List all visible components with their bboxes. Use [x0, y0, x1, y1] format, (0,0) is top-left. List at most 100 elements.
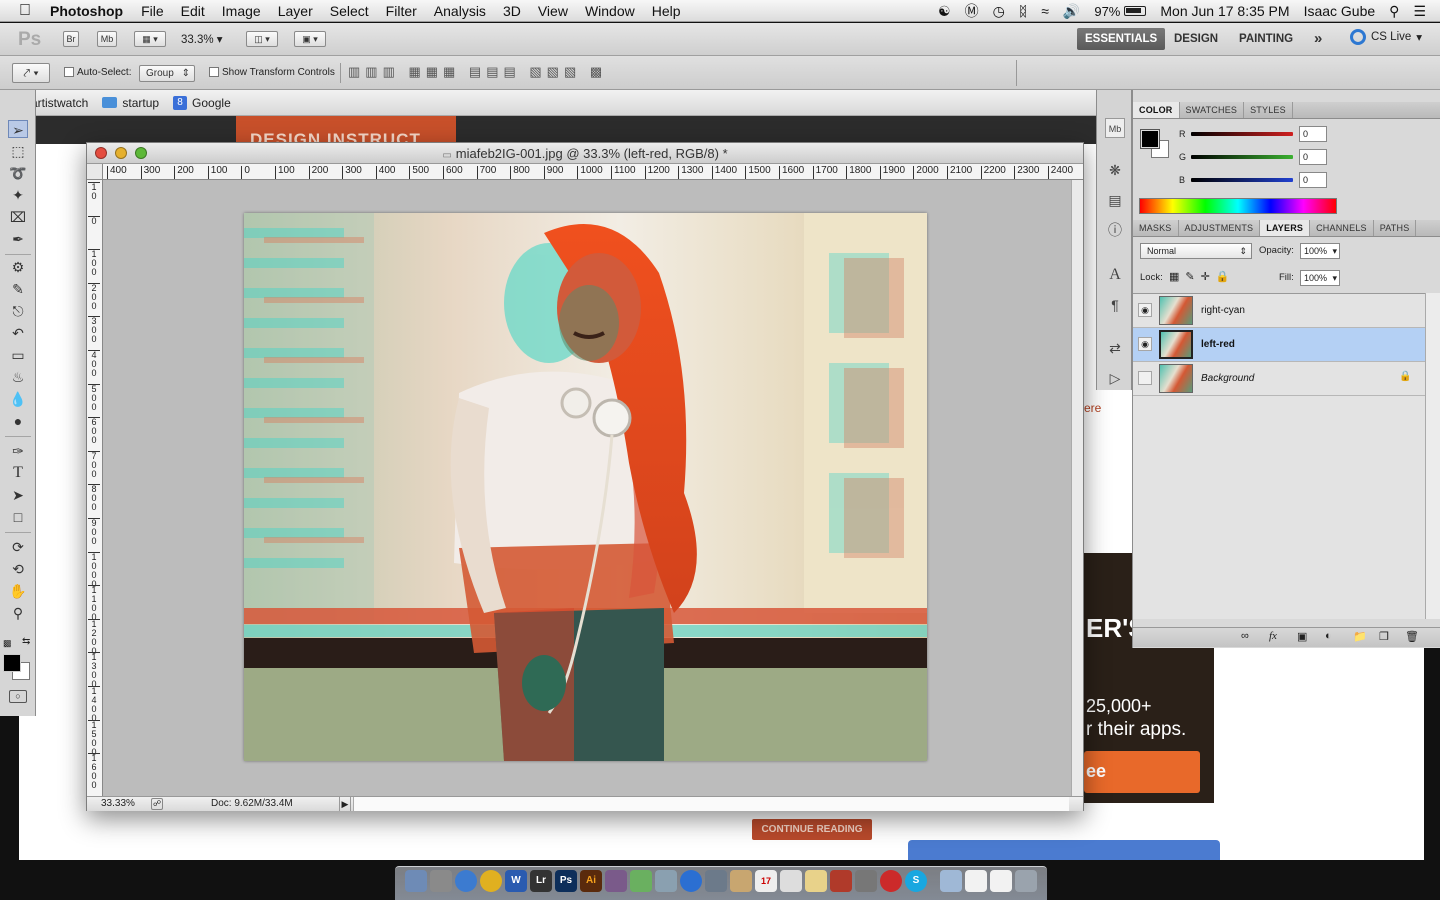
hand-tool-icon[interactable]: ✋	[8, 582, 28, 600]
link-layers-icon[interactable]: ∞	[1241, 630, 1249, 642]
blend-mode-dropdown[interactable]: Normal ⇕	[1140, 243, 1252, 259]
eye-hidden-icon[interactable]	[1138, 371, 1152, 385]
adjustment-layer-icon[interactable]: ◐	[1325, 630, 1332, 642]
color-spectrum-ramp[interactable]	[1139, 198, 1337, 214]
finder-icon[interactable]	[405, 870, 427, 892]
channel-r-input[interactable]: 0	[1299, 126, 1327, 142]
channel-b-slider[interactable]	[1191, 178, 1293, 182]
shape-tool-icon[interactable]: □	[8, 508, 28, 526]
folder-icon[interactable]	[940, 870, 962, 892]
zoom-level-menu[interactable]: 33.3% ▾	[181, 32, 223, 46]
tab-layers[interactable]: LAYERS	[1260, 220, 1311, 236]
itunes-icon[interactable]	[455, 870, 477, 892]
textedit-icon[interactable]	[780, 870, 802, 892]
foreground-color-swatch[interactable]	[3, 654, 21, 672]
move-tool-icon[interactable]: ➢	[8, 120, 28, 138]
notes-icon[interactable]	[805, 870, 827, 892]
menu-edit[interactable]: Edit	[181, 3, 205, 19]
skype-icon[interactable]: S	[905, 870, 927, 892]
menu-image[interactable]: Image	[222, 3, 261, 19]
mini-bridge-panel-icon[interactable]: Mb	[1105, 118, 1125, 138]
layers-scrollbar[interactable]	[1425, 293, 1440, 619]
app-icon[interactable]	[605, 870, 627, 892]
history-brush-tool-icon[interactable]: ↶	[8, 324, 28, 342]
add-mask-icon[interactable]: ▣	[1297, 630, 1307, 643]
status-zoom[interactable]: 33.33%	[101, 797, 135, 811]
layer-row-left-red[interactable]: ◉ left-red	[1133, 328, 1425, 362]
more-workspaces-button[interactable]: »	[1306, 28, 1330, 50]
creative-cloud-icon[interactable]: ☯	[938, 3, 951, 20]
horizontal-ruler[interactable]: 400 300 200 100 0 100 200 300 400 500 600 700 800 900…	[103, 164, 1083, 180]
launchpad-icon[interactable]	[430, 870, 452, 892]
menu-3d[interactable]: 3D	[503, 3, 521, 19]
menu-window[interactable]: Window	[585, 3, 635, 19]
default-colors-icon[interactable]: ▩	[3, 638, 12, 649]
calendar-icon[interactable]: 17	[755, 870, 777, 892]
close-icon[interactable]	[95, 147, 107, 159]
healing-brush-tool-icon[interactable]: ⚙	[8, 258, 28, 276]
color-fg-swatch[interactable]	[1140, 129, 1160, 149]
notification-center-icon[interactable]: ☰	[1413, 3, 1426, 20]
menu-select[interactable]: Select	[330, 3, 369, 19]
workspace-essentials[interactable]: ESSENTIALS	[1077, 28, 1166, 50]
eyedropper-tool-icon[interactable]: ✒	[8, 230, 28, 248]
paragraph-panel-icon[interactable]: ¶	[1105, 295, 1125, 315]
continue-reading-button[interactable]: CONTINUE READING	[752, 819, 872, 840]
vertical-scrollbar[interactable]	[1071, 180, 1083, 796]
layer-style-icon[interactable]: fx	[1269, 630, 1277, 642]
eye-icon[interactable]: ◉	[1138, 303, 1152, 317]
volume-icon[interactable]: 🔊	[1063, 3, 1080, 20]
screen-mode-button[interactable]: ▣ ▾	[294, 31, 326, 47]
apple-icon[interactable]: 	[0, 2, 50, 20]
word-icon[interactable]: W	[505, 870, 527, 892]
tool-preset-picker[interactable]: ⤤ ▾	[12, 63, 50, 83]
swap-colors-icon[interactable]: ⇆	[22, 636, 30, 647]
blur-tool-icon[interactable]: 💧	[8, 390, 28, 408]
channel-r-slider[interactable]	[1191, 132, 1293, 136]
quick-selection-tool-icon[interactable]: ✦	[8, 186, 28, 204]
chrome-icon[interactable]	[480, 870, 502, 892]
tab-channels[interactable]: CHANNELS	[1310, 220, 1374, 236]
clone-source-panel-icon[interactable]: ⇄	[1105, 338, 1125, 358]
facebook-widget[interactable]	[908, 840, 1220, 860]
ruler-origin[interactable]	[87, 164, 103, 180]
tab-paths[interactable]: PATHS	[1374, 220, 1417, 236]
channel-b-input[interactable]: 0	[1299, 172, 1327, 188]
paint-bucket-tool-icon[interactable]: ♨	[8, 368, 28, 386]
zoom-tool-icon[interactable]: ⚲	[8, 604, 28, 622]
eraser-tool-icon[interactable]: ▭	[8, 346, 28, 364]
new-group-icon[interactable]: 📁	[1353, 630, 1367, 643]
app-icon[interactable]	[830, 870, 852, 892]
opacity-input[interactable]: 100% ▾	[1300, 243, 1340, 259]
ad-button[interactable]: ee	[1084, 751, 1200, 793]
tab-adjustments[interactable]: ADJUSTMENTS	[1179, 220, 1261, 236]
menu-file[interactable]: File	[141, 3, 164, 19]
3d-panel-icon[interactable]: ❋	[1105, 160, 1125, 180]
view-extras-button[interactable]: ▦ ▾	[134, 31, 166, 47]
menu-analysis[interactable]: Analysis	[434, 3, 486, 19]
system-preferences-icon[interactable]	[855, 870, 877, 892]
wifi-icon[interactable]: ≈	[1041, 3, 1049, 19]
fill-input[interactable]: 100% ▾	[1300, 270, 1340, 286]
workspace-design[interactable]: DESIGN	[1166, 28, 1226, 50]
screenshot-icon[interactable]	[705, 870, 727, 892]
channel-g-input[interactable]: 0	[1299, 149, 1327, 165]
layer-row-background[interactable]: Background 🔒	[1133, 362, 1425, 396]
clone-stamp-tool-icon[interactable]: ⎋	[8, 302, 28, 320]
quick-mask-icon[interactable]: ○	[9, 690, 27, 703]
type-tool-icon[interactable]: T	[8, 464, 28, 482]
horizontal-scrollbar[interactable]	[353, 797, 1069, 811]
document-title-bar[interactable]: ▭ miafeb2IG-001.jpg @ 33.3% (left-red, RG…	[87, 143, 1083, 164]
contacts-icon[interactable]	[730, 870, 752, 892]
minimize-icon[interactable]	[115, 147, 127, 159]
status-arrow-icon[interactable]: ▶	[339, 797, 351, 811]
spotlight-icon[interactable]: ⚲	[1389, 3, 1399, 20]
character-panel-icon[interactable]: A	[1105, 265, 1125, 285]
trash-icon[interactable]	[1015, 870, 1037, 892]
dodge-tool-icon[interactable]: ●	[8, 412, 28, 430]
battery-status[interactable]: 97%	[1094, 4, 1147, 19]
align-distribute-buttons[interactable]: ▥▥▥ ▦▦▦ ▤▤▤ ▧▧▧ ▩	[348, 64, 1018, 82]
layer-row-right-cyan[interactable]: ◉ right-cyan	[1133, 294, 1425, 328]
status-menu-icon[interactable]: ☍	[151, 798, 163, 810]
tab-styles[interactable]: STYLES	[1244, 102, 1293, 118]
